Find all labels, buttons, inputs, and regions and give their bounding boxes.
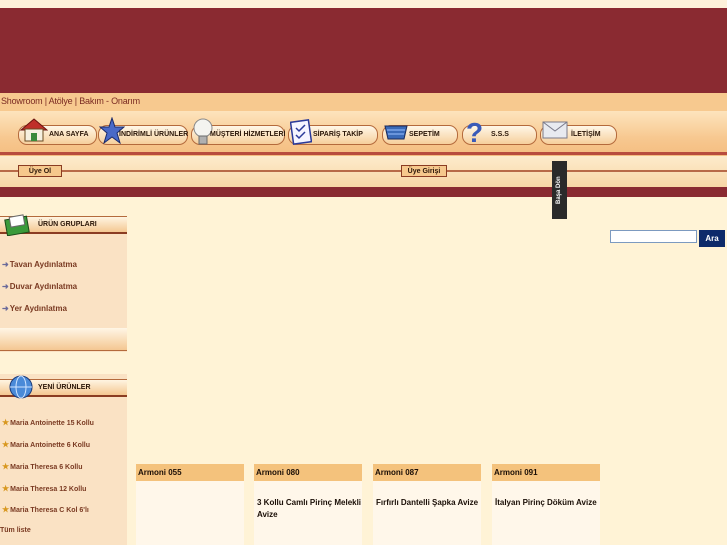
search-button[interactable]: Ara: [699, 230, 725, 247]
star-icon: ★: [2, 505, 10, 514]
product-name[interactable]: 3 Kollu Camlı Pirinç Melekli Avize: [257, 497, 363, 521]
new-products-header: YENİ ÜRÜNLER: [0, 375, 127, 399]
folder-icon: [4, 214, 30, 236]
nav-discounted-button[interactable]: İNDİRİMLİ ÜRÜNLER: [98, 117, 189, 145]
product-groups-header: ÜRÜN GRUPLARI: [0, 214, 127, 236]
nav-cart-button[interactable]: SEPETİM: [382, 125, 458, 145]
header-bottom-band: [0, 187, 727, 197]
arrow-icon: ➜: [2, 304, 9, 313]
product-groups-footer: [0, 328, 127, 351]
user-bar-rule: [0, 170, 727, 172]
globe-icon: [9, 375, 33, 399]
svg-text:?: ?: [466, 117, 483, 148]
star-icon: ★: [2, 418, 10, 427]
new-products-title: YENİ ÜRÜNLER: [38, 384, 91, 391]
product-group-item[interactable]: ➜Duvar Aydınlatma: [2, 282, 77, 291]
links-bar: Showroom | Atölye | Bakım - Onarım: [0, 93, 727, 111]
product-code[interactable]: Armoni 091: [492, 464, 600, 481]
house-icon: [20, 118, 48, 142]
nav-contact-button[interactable]: İLETİŞİM: [540, 121, 617, 145]
links-bar-text[interactable]: Showroom | Atölye | Bakım - Onarım: [1, 96, 140, 106]
product-code[interactable]: Armoni 087: [373, 464, 481, 481]
header-banner: [0, 8, 727, 93]
product-card: [136, 481, 244, 545]
signup-button[interactable]: Üye Ol: [18, 165, 62, 177]
product-card: [373, 481, 481, 545]
nav-customer-service-button[interactable]: MÜŞTERİ HİZMETLERİ: [191, 118, 286, 145]
new-products-panel: YENİ ÜRÜNLER ★Maria Antoinette 15 Kollu …: [0, 374, 127, 545]
question-icon: ?: [466, 117, 483, 148]
product-name[interactable]: İtalyan Pirinç Döküm Avize: [495, 497, 607, 509]
basket-icon: [384, 125, 408, 140]
user-bar: Üye Ol Üye Girişi: [0, 156, 727, 187]
new-product-item[interactable]: ★Maria Theresa 6 Kollu: [2, 462, 83, 471]
all-new-products-link[interactable]: Tüm liste: [0, 527, 31, 534]
product-code[interactable]: Armoni 055: [136, 464, 244, 481]
main-nav: ANA SAYFA İNDİRİMLİ ÜRÜNLER MÜŞTERİ HİZM…: [0, 111, 727, 158]
arrow-icon: ➜: [2, 260, 9, 269]
nav-home-button[interactable]: ANA SAYFA: [18, 118, 97, 145]
nav-order-tracking-label: SİPARİŞ TAKİP: [313, 131, 363, 138]
nav-discounted-label: İNDİRİMLİ ÜRÜNLER: [119, 131, 189, 138]
product-groups-panel: ÜRÜN GRUPLARI ➜Tavan Aydınlatma ➜Duvar A…: [0, 214, 127, 352]
clipboard-icon: [290, 119, 312, 145]
product-group-item[interactable]: ➜Yer Aydınlatma: [2, 304, 67, 313]
new-product-item[interactable]: ★Maria Antoinette 15 Kollu: [2, 418, 94, 427]
nav-customer-service-label: MÜŞTERİ HİZMETLERİ: [210, 131, 286, 138]
top-strip: [0, 0, 727, 8]
nav-faq-label: S.S.S: [491, 131, 509, 138]
arrow-icon: ➜: [2, 282, 9, 291]
star-icon: ★: [2, 484, 10, 493]
nav-home-label: ANA SAYFA: [49, 131, 89, 138]
product-card: [492, 481, 600, 545]
search-input[interactable]: [610, 230, 697, 243]
nav-contact-label: İLETİŞİM: [571, 131, 601, 138]
product-code[interactable]: Armoni 080: [254, 464, 362, 481]
login-button[interactable]: Üye Girişi: [401, 165, 447, 177]
nav-order-tracking-button[interactable]: SİPARİŞ TAKİP: [288, 119, 378, 145]
star-icon: ★: [2, 440, 10, 449]
product-group-item[interactable]: ➜Tavan Aydınlatma: [2, 260, 77, 269]
star-icon: ★: [2, 462, 10, 471]
envelope-icon: [542, 121, 568, 139]
product-groups-title: ÜRÜN GRUPLARI: [38, 221, 97, 228]
nav-divider: [0, 152, 727, 155]
product-name[interactable]: Fırfırlı Dantelli Şapka Avize: [376, 497, 488, 509]
back-to-top-button[interactable]: Başa Dön: [552, 161, 567, 219]
nav-cart-label: SEPETİM: [409, 131, 440, 138]
new-product-item[interactable]: ★Maria Theresa C Kol 6'lı: [2, 505, 89, 514]
new-product-item[interactable]: ★Maria Antoinette 6 Kollu: [2, 440, 90, 449]
nav-faq-button[interactable]: ? S.S.S: [462, 117, 537, 148]
new-product-item[interactable]: ★Maria Theresa 12 Kollu: [2, 484, 86, 493]
